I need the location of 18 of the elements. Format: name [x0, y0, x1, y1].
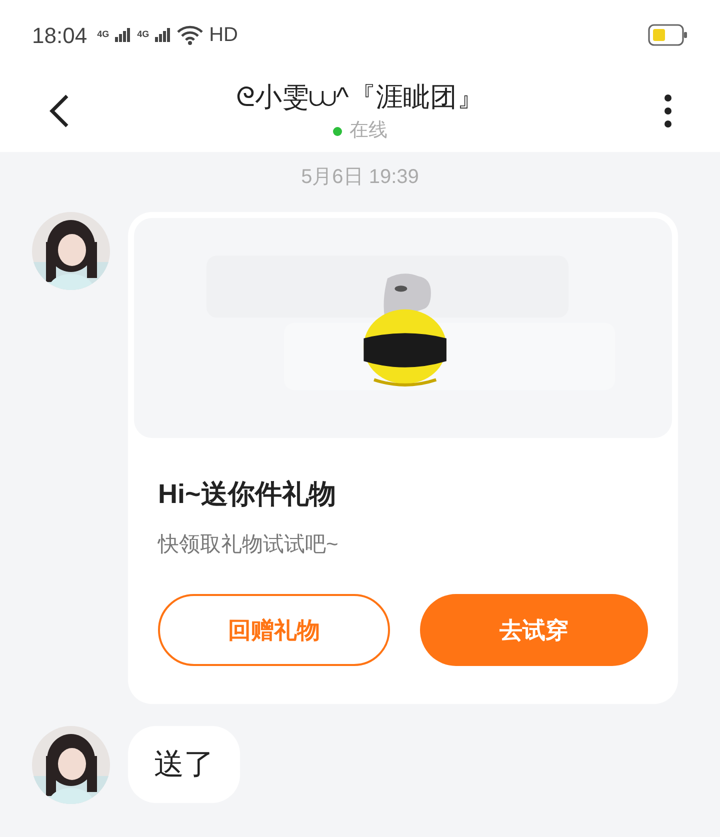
more-icon: [664, 94, 672, 128]
network-label: 4G: [97, 28, 110, 42]
battery-icon: [648, 24, 688, 46]
network-label: 4G: [137, 28, 150, 42]
wifi-icon: [177, 25, 204, 45]
back-icon: [48, 94, 70, 128]
chat-title: ᘓ小雯⩊^『涯眦团』: [236, 80, 484, 114]
status-time: 18:04: [32, 22, 88, 50]
signal-icon: [115, 28, 132, 42]
hd-label: HD: [209, 23, 238, 48]
online-status: 在线: [350, 119, 388, 143]
try-on-button[interactable]: 去试穿: [420, 594, 648, 666]
message-bubble: 送了: [128, 726, 240, 803]
return-gift-button[interactable]: 回赠礼物: [158, 594, 390, 666]
gift-title: Hi~送你件礼物: [157, 478, 337, 511]
message-time: 5月6日 19:39: [301, 165, 419, 190]
signal-icon: [155, 28, 172, 42]
gift-subtitle: 快领取礼物试试吧~: [156, 532, 340, 558]
